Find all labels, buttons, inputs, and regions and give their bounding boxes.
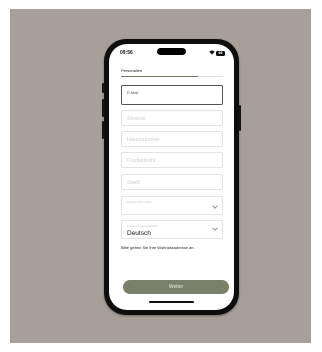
battery-icon: 66 — [216, 50, 225, 56]
email-field-label: E-Mail — [127, 90, 139, 95]
power-button — [239, 105, 241, 131]
volume-up-button — [102, 99, 104, 117]
correspondence-language-select[interactable]: Korrespondenzsprache Deutsch — [121, 220, 223, 239]
city-field-placeholder: Stadt — [127, 179, 140, 186]
email-field[interactable]: E-Mail — [121, 85, 223, 105]
correspondence-language-value: Deutsch — [127, 229, 151, 237]
chevron-down-icon — [212, 205, 218, 211]
home-indicator[interactable] — [149, 301, 194, 303]
postal-code-field[interactable]: Postleitzahl — [121, 152, 223, 168]
street-field-placeholder: Strasse — [127, 115, 146, 122]
progress-bar — [121, 76, 223, 77]
phone-frame: 09:56 66 Personalien E-Mail Strasse Haus… — [102, 39, 241, 315]
next-button[interactable]: Weiter — [123, 280, 229, 294]
chevron-down-icon — [212, 227, 218, 233]
correspondence-language-label: Korrespondenzsprache — [127, 223, 159, 228]
mute-switch — [102, 83, 104, 93]
street-field[interactable]: Strasse — [121, 110, 223, 126]
second-nationality-select[interactable]: Zweite Nationalität — [121, 196, 223, 215]
status-icons: 66 — [209, 50, 225, 56]
wifi-icon — [209, 50, 215, 56]
city-field[interactable]: Stadt — [121, 174, 223, 190]
address-hint: Bitte geben Sie Ihre Wohnsitzadresse an. — [121, 245, 195, 250]
house-number-field[interactable]: Hausnummer — [121, 131, 223, 147]
volume-down-button — [102, 121, 104, 139]
section-title: Personalien — [121, 68, 143, 73]
house-number-field-placeholder: Hausnummer — [127, 136, 161, 143]
phone-screen: 09:56 66 Personalien E-Mail Strasse Haus… — [109, 44, 234, 310]
status-bar: 09:56 66 — [109, 50, 234, 58]
status-time: 09:56 — [120, 50, 133, 56]
second-nationality-label: Zweite Nationalität — [127, 199, 152, 204]
progress-bar-fill — [121, 76, 198, 77]
postal-code-field-placeholder: Postleitzahl — [127, 157, 156, 164]
